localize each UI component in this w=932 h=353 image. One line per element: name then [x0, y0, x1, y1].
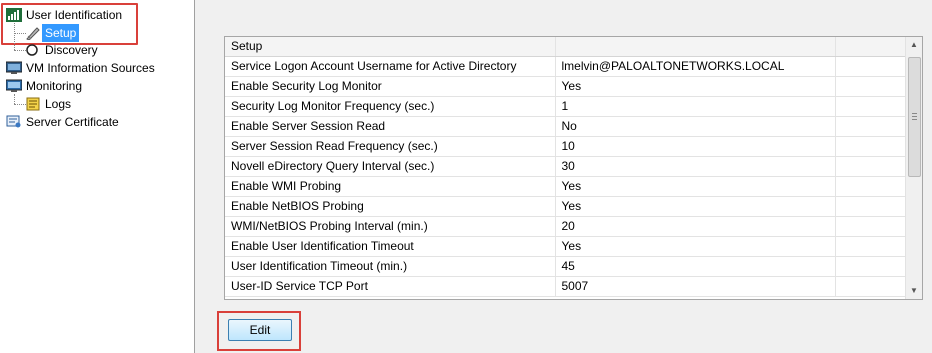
- tree-item-label: User Identification: [26, 8, 123, 22]
- setting-value: Yes: [555, 196, 836, 217]
- setting-name: Security Log Monitor Frequency (sec.): [225, 96, 556, 117]
- column-header: Setup: [225, 37, 556, 57]
- empty-cell: [835, 236, 907, 257]
- setting-name: Enable Security Log Monitor: [225, 76, 556, 97]
- scroll-thumb[interactable]: [908, 57, 921, 177]
- setting-value: 1: [555, 96, 836, 117]
- scroll-icon: [26, 97, 40, 111]
- setting-name: Enable WMI Probing: [225, 176, 556, 197]
- empty-cell: [835, 96, 907, 117]
- navigation-tree: User Identification Setup Discovery VM I…: [0, 0, 195, 353]
- table-row[interactable]: Enable WMI Probing Yes: [225, 176, 907, 197]
- setting-name: WMI/NetBIOS Probing Interval (min.): [225, 216, 556, 237]
- table-header-row: Setup: [225, 37, 907, 57]
- grip-line: [912, 119, 917, 120]
- tree-item-label: Server Certificate: [26, 115, 119, 129]
- table-row[interactable]: Enable Security Log Monitor Yes: [225, 76, 907, 97]
- edit-button[interactable]: Edit: [228, 319, 292, 341]
- setting-value: Yes: [555, 236, 836, 257]
- settings-grid[interactable]: Setup Service Logon Account Username for…: [224, 36, 923, 300]
- scroll-up-icon[interactable]: ▲: [906, 37, 922, 53]
- tree-item-label: Monitoring: [26, 79, 83, 93]
- setting-value: 20: [555, 216, 836, 237]
- setting-value: 45: [555, 256, 836, 277]
- empty-cell: [835, 256, 907, 277]
- tree-connector: [14, 21, 15, 50]
- tree-item-label: Setup: [42, 24, 80, 42]
- table-row[interactable]: User Identification Timeout (min.) 45: [225, 256, 907, 277]
- table-row[interactable]: Server Session Read Frequency (sec.) 10: [225, 136, 907, 157]
- empty-cell: [835, 136, 907, 157]
- setting-name: User Identification Timeout (min.): [225, 256, 556, 277]
- setting-value: 5007: [555, 276, 836, 297]
- table-row[interactable]: User-ID Service TCP Port 5007: [225, 276, 907, 297]
- circle-icon: [26, 44, 38, 56]
- setting-value: 10: [555, 136, 836, 157]
- monitor-icon: [6, 61, 22, 74]
- tree-connector: [14, 94, 15, 104]
- vertical-scrollbar[interactable]: ▲ ▼: [905, 37, 922, 299]
- column-header: [835, 37, 907, 57]
- empty-cell: [835, 116, 907, 137]
- grip-line: [912, 113, 917, 114]
- column-header: [555, 37, 836, 57]
- main-panel: Setup Service Logon Account Username for…: [196, 0, 932, 353]
- empty-cell: [835, 176, 907, 197]
- tree-item-label: Discovery: [45, 43, 98, 57]
- grip-line: [912, 116, 917, 117]
- empty-cell: [835, 196, 907, 217]
- table-row[interactable]: Enable User Identification Timeout Yes: [225, 236, 907, 257]
- setting-value: No: [555, 116, 836, 137]
- empty-cell: [835, 276, 907, 297]
- tree-item-label: VM Information Sources: [26, 61, 155, 75]
- setting-name: Service Logon Account Username for Activ…: [225, 56, 556, 77]
- table-row[interactable]: WMI/NetBIOS Probing Interval (min.) 20: [225, 216, 907, 237]
- monitor-icon: [6, 79, 22, 92]
- setting-value: 30: [555, 156, 836, 177]
- table-row[interactable]: Enable Server Session Read No: [225, 116, 907, 137]
- table-row[interactable]: Enable NetBIOS Probing Yes: [225, 196, 907, 217]
- empty-cell: [835, 56, 907, 77]
- empty-cell: [835, 76, 907, 97]
- empty-cell: [835, 156, 907, 177]
- setting-name: Enable User Identification Timeout: [225, 236, 556, 257]
- tree-item-label: Logs: [45, 97, 72, 111]
- setting-name: Server Session Read Frequency (sec.): [225, 136, 556, 157]
- setting-name: Enable NetBIOS Probing: [225, 196, 556, 217]
- setting-value: Yes: [555, 76, 836, 97]
- setting-name: Novell eDirectory Query Interval (sec.): [225, 156, 556, 177]
- highlight-box: Edit: [217, 311, 301, 351]
- table-row[interactable]: Novell eDirectory Query Interval (sec.) 3…: [225, 156, 907, 177]
- setting-value: Yes: [555, 176, 836, 197]
- scroll-down-icon[interactable]: ▼: [906, 283, 922, 299]
- settings-table: Setup Service Logon Account Username for…: [225, 37, 907, 297]
- table-row[interactable]: Security Log Monitor Frequency (sec.) 1: [225, 96, 907, 117]
- table-row[interactable]: Service Logon Account Username for Activ…: [225, 56, 907, 77]
- empty-cell: [835, 216, 907, 237]
- setting-name: Enable Server Session Read: [225, 116, 556, 137]
- setting-value: lmelvin@PALOALTONETWORKS.LOCAL: [555, 56, 836, 77]
- wrench-icon: [26, 27, 40, 40]
- certificate-icon: [6, 115, 21, 128]
- bar-chart-icon: [6, 8, 22, 22]
- setting-name: User-ID Service TCP Port: [225, 276, 556, 297]
